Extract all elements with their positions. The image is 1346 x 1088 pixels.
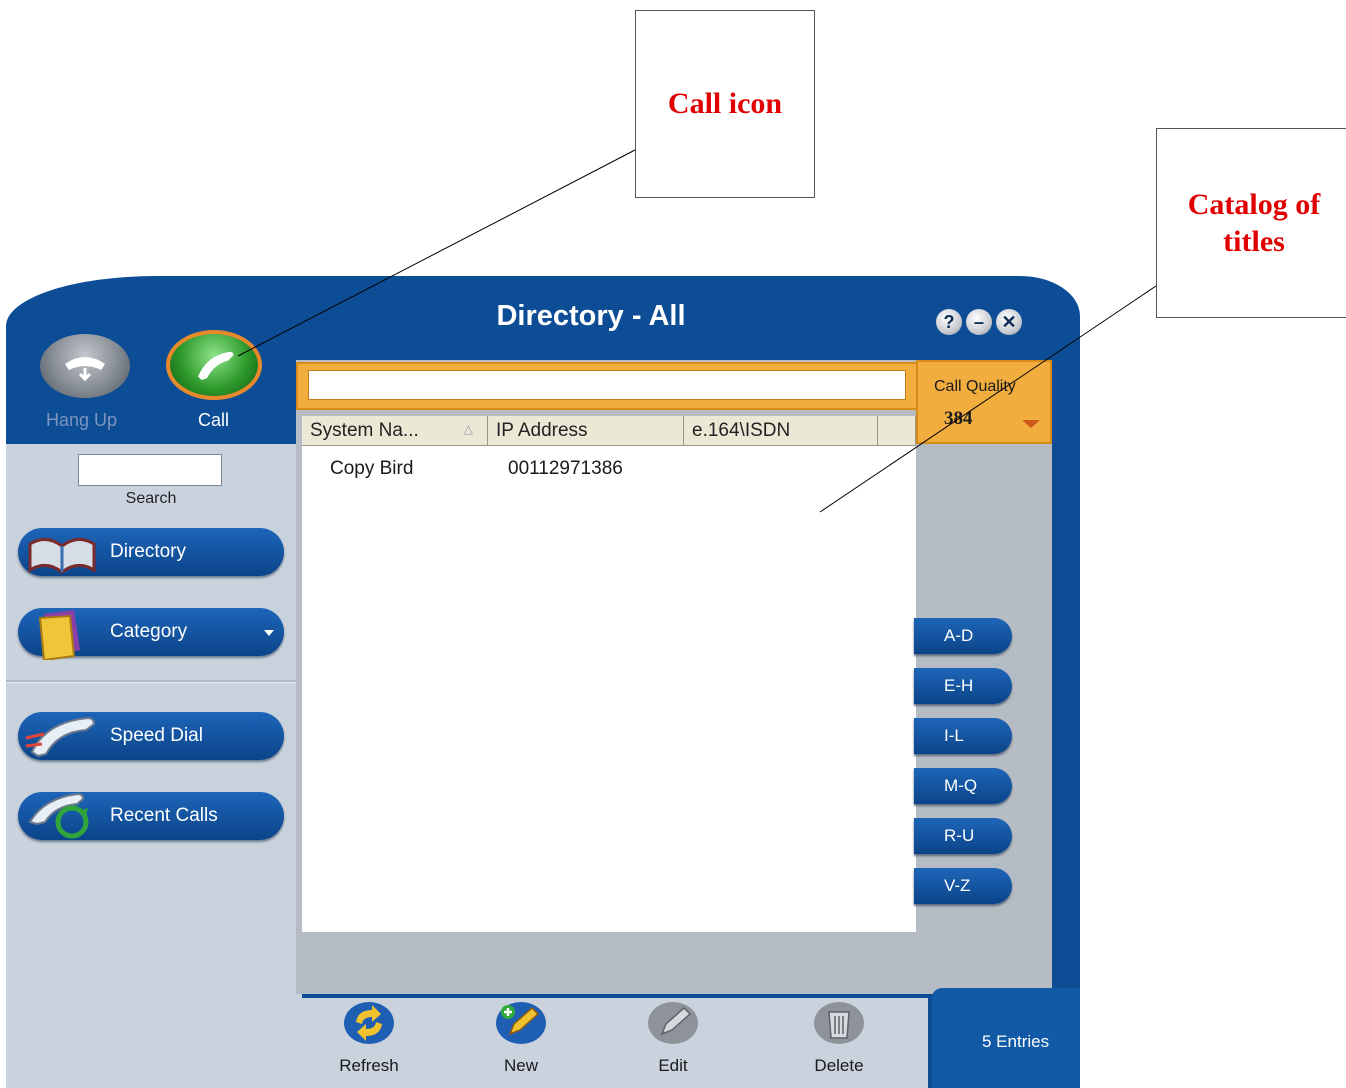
call-button[interactable]	[166, 330, 262, 400]
sidebar-item-label: Category	[110, 621, 188, 642]
alpha-index-m-q[interactable]: M-Q	[914, 768, 1012, 804]
alpha-index-label: R-U	[944, 826, 975, 845]
column-header-label: e.164\ISDN	[692, 420, 791, 441]
chevron-down-icon	[1022, 420, 1040, 428]
sidebar-divider	[6, 680, 302, 683]
alpha-index-label: M-Q	[944, 776, 978, 795]
open-book-icon	[28, 538, 96, 574]
hang-up-icon	[65, 357, 105, 382]
refresh-button[interactable]: Refresh	[324, 998, 414, 1088]
column-header-e164-isdn[interactable]: e.164\ISDN	[684, 416, 878, 446]
directory-window: Directory - All ? – ✕ Hang Up Call Searc…	[6, 276, 1080, 1088]
folder-icon	[38, 610, 80, 660]
alpha-index-label: V-Z	[944, 876, 971, 895]
edit-button[interactable]: Edit	[628, 998, 718, 1088]
sidebar-item-category[interactable]: Category	[18, 608, 284, 660]
system-name-cell: Copy Bird	[330, 458, 414, 479]
sidebar-item-label: Speed Dial	[110, 725, 203, 746]
call-label: Call	[198, 410, 230, 430]
catalog-annotation-text: Catalog of titles	[1187, 187, 1321, 259]
trash-can-icon	[814, 1002, 864, 1044]
alpha-index-label: A-D	[944, 626, 974, 645]
search-label: Search	[125, 490, 177, 507]
hang-up-button[interactable]	[40, 334, 130, 398]
call-quality-value: 384	[944, 408, 973, 429]
phone-receiver-icon	[25, 716, 96, 758]
close-button[interactable]: ✕	[996, 309, 1022, 335]
alpha-index-label: E-H	[944, 676, 974, 695]
new-pencil-icon	[496, 1002, 546, 1044]
sidebar-item-speed-dial[interactable]: Speed Dial	[18, 712, 284, 760]
call-icon-annotation: Call icon	[635, 10, 815, 198]
hang-up-label: Hang Up	[46, 410, 118, 430]
catalog-annotation: Catalog of titles	[1156, 128, 1346, 318]
column-header-system-name[interactable]: System Na... △	[302, 416, 488, 446]
column-header-label: System Na...	[310, 420, 419, 441]
new-label: New	[503, 1056, 538, 1075]
sidebar-item-directory[interactable]: Directory	[18, 528, 284, 576]
column-header-label: IP Address	[496, 420, 588, 441]
directory-filter-input[interactable]	[308, 370, 906, 400]
sidebar-item-recent-calls[interactable]: Recent Calls	[18, 792, 284, 840]
alpha-index-i-l[interactable]: I-L	[914, 718, 1012, 754]
edit-label: Edit	[658, 1056, 688, 1075]
directory-search-bar	[296, 362, 920, 410]
delete-label: Delete	[814, 1056, 864, 1075]
call-quality-dropdown[interactable]: Call Quality 384	[916, 360, 1052, 444]
sort-ascending-icon: △	[463, 422, 473, 436]
new-button[interactable]: New	[476, 998, 566, 1088]
edit-pencil-icon	[648, 1002, 698, 1044]
alpha-index-r-u[interactable]: R-U	[914, 818, 1012, 854]
sidebar: Search Directory Category Speed Dial Rec…	[6, 444, 302, 1088]
refresh-label: Refresh	[339, 1056, 399, 1075]
alpha-index-label: I-L	[944, 726, 964, 745]
help-button[interactable]: ?	[936, 309, 962, 335]
call-quality-label: Call Quality	[934, 378, 1016, 395]
chevron-down-icon	[264, 630, 274, 636]
alpha-index-a-d[interactable]: A-D	[914, 618, 1012, 654]
refresh-icon	[344, 1002, 394, 1044]
alpha-index-e-h[interactable]: E-H	[914, 668, 1012, 704]
delete-button[interactable]: Delete	[794, 998, 884, 1088]
search-input[interactable]	[78, 454, 222, 486]
column-header-ip-address[interactable]: IP Address	[488, 416, 684, 446]
window-title: Directory - All	[496, 300, 686, 332]
column-header-empty	[878, 416, 916, 446]
directory-list: System Na... △ IP Address e.164\ISDN Cop…	[302, 416, 916, 932]
call-icon-annotation-text: Call icon	[667, 87, 783, 121]
sidebar-item-label: Recent Calls	[110, 805, 218, 826]
minimize-button[interactable]: –	[966, 309, 992, 335]
ip-address-cell: 00112971386	[508, 458, 623, 479]
phone-icon	[198, 351, 234, 381]
entries-count-panel: 5 Entries	[932, 988, 1080, 1088]
recent-calls-icon	[28, 792, 89, 839]
alpha-index-v-z[interactable]: V-Z	[914, 868, 1012, 904]
sidebar-item-label: Directory	[110, 541, 187, 562]
entries-count: 5 Entries	[982, 1032, 1050, 1051]
